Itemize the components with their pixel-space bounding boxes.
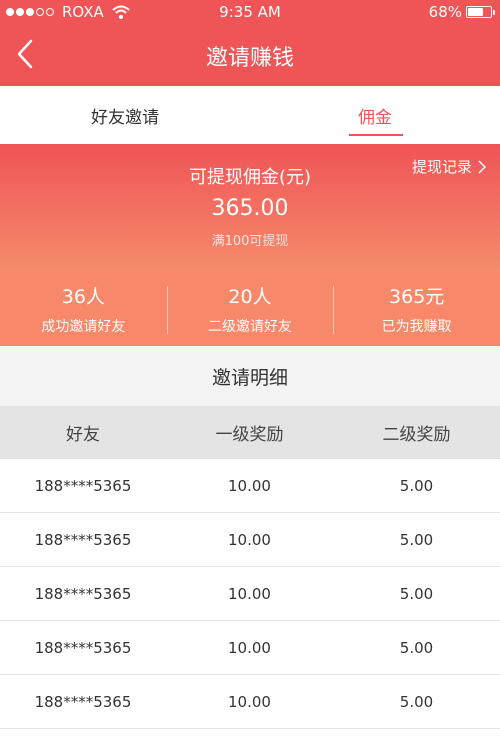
table-row: 188****5365 10.00 5.00	[0, 567, 500, 621]
stat-label: 已为我赚取	[381, 319, 452, 335]
battery-icon	[466, 6, 495, 18]
friend-phone-cell: 188****5365	[0, 729, 166, 746]
column-header-friend: 好友	[66, 425, 100, 445]
stat-second-level-friends: 20人 二级邀请好友	[166, 272, 334, 346]
friend-phone-cell: 188****5365	[34, 692, 132, 711]
level2-reward-cell: 5.00	[399, 692, 434, 711]
column-header-level2-reward: 二级奖励	[382, 425, 451, 445]
stat-label: 二级邀请好友	[208, 319, 292, 335]
tab-friend-invite[interactable]: 好友邀请	[0, 86, 250, 144]
level2-reward-cell: 5.00	[333, 729, 500, 746]
status-bar: ROXA 9:35 AM 68%	[0, 0, 500, 26]
battery-cap	[493, 10, 495, 15]
withdrawable-label: 可提现佣金(元)	[188, 167, 312, 188]
table-row: 188****5365 10.00 5.00	[0, 675, 500, 729]
stat-total-earned: 365元 已为我赚取	[333, 272, 500, 346]
battery-fill	[468, 8, 483, 16]
column-header-level1-reward: 一级奖励	[215, 425, 284, 445]
stat-value: 365元	[389, 286, 445, 308]
level1-reward-cell: 10.00	[228, 530, 271, 549]
invite-detail-table: 188****5365 10.00 5.00 188****5365 10.00 5.00…	[0, 459, 500, 746]
status-right: 68%	[428, 3, 495, 21]
invite-detail-title: 邀请明细	[0, 346, 500, 406]
level2-reward-cell: 5.00	[399, 638, 434, 657]
withdraw-threshold-hint: 满100可提现	[211, 234, 289, 249]
level1-reward-cell: 10.00	[228, 584, 271, 603]
friend-phone-cell: 188****5365	[34, 530, 132, 549]
friend-phone-cell: 188****5365	[34, 638, 132, 657]
friend-phone-cell: 188****5365	[34, 476, 132, 495]
stat-invited-friends: 36人 成功邀请好友	[0, 272, 167, 346]
table-row: 188****5365 10.00 5.00	[0, 513, 500, 567]
stat-value: 36人	[61, 286, 105, 308]
friend-phone-cell: 188****5365	[34, 584, 132, 603]
battery-percent: 68%	[428, 3, 462, 21]
table-row: 188****5365 10.00 5.00	[0, 621, 500, 675]
app-header: ROXA 9:35 AM 68% 邀请赚钱	[0, 0, 500, 86]
level2-reward-cell: 5.00	[399, 476, 434, 495]
invite-stats: 36人 成功邀请好友 20人 二级邀请好友 365元 已为我赚取	[0, 272, 500, 346]
table-header: 好友 一级奖励 二级奖励	[0, 406, 500, 459]
active-tab-indicator	[349, 134, 403, 136]
commission-summary: 提现记录 可提现佣金(元) 365.00 满100可提现	[0, 144, 500, 272]
withdrawable-amount: 365.00	[211, 196, 289, 221]
level1-reward-cell: 10.00	[228, 692, 271, 711]
tab-bar: 好友邀请 佣金	[0, 86, 500, 144]
level1-reward-cell: 10.00	[166, 729, 333, 746]
stat-value: 20人	[228, 286, 272, 308]
level1-reward-cell: 10.00	[228, 638, 271, 657]
level2-reward-cell: 5.00	[399, 530, 434, 549]
status-time: 9:35 AM	[219, 3, 281, 21]
table-row: 188****536510.005.00	[0, 729, 500, 746]
level1-reward-cell: 10.00	[228, 476, 271, 495]
stat-label: 成功邀请好友	[41, 319, 126, 335]
table-row: 188****5365 10.00 5.00	[0, 459, 500, 513]
page-title: 邀请赚钱	[205, 46, 294, 71]
level2-reward-cell: 5.00	[399, 584, 434, 603]
